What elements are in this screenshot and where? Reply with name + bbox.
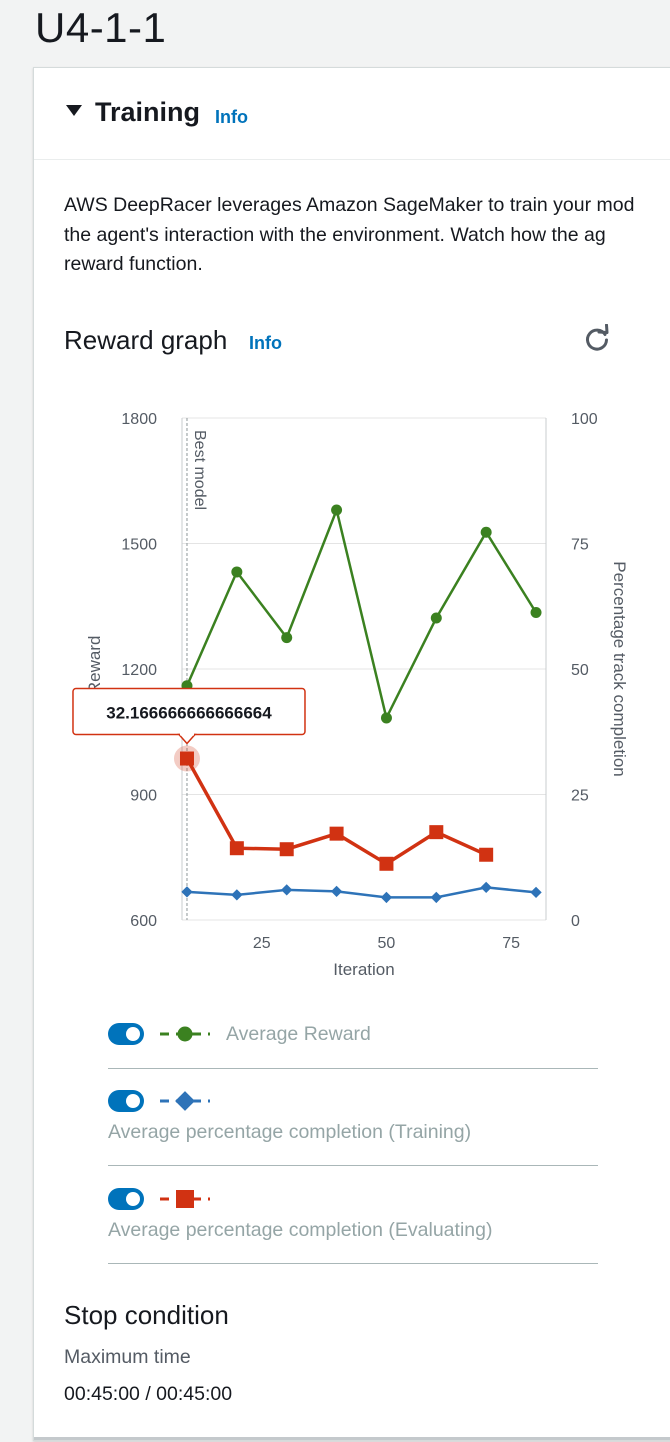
description-line: AWS DeepRacer leverages Amazon SageMaker… <box>64 194 635 216</box>
y2-tick-label: 0 <box>571 913 580 930</box>
data-point <box>231 889 243 901</box>
legend-item-training-completion: Average percentage completion (Training) <box>108 1090 598 1150</box>
toggle-average-reward[interactable] <box>108 1023 144 1045</box>
data-point <box>480 526 492 538</box>
refresh-icon[interactable] <box>582 324 612 354</box>
legend-divider <box>108 1068 598 1069</box>
data-point <box>281 632 293 644</box>
description-line: the agent's interaction with the environ… <box>64 223 606 246</box>
caret-down-icon[interactable] <box>66 105 82 116</box>
toggle-training-completion[interactable] <box>108 1090 144 1112</box>
data-point <box>380 712 392 724</box>
data-point <box>479 847 494 862</box>
page-title: U4-1-1 <box>35 4 167 51</box>
x-tick-label: 50 <box>378 935 396 952</box>
data-point <box>430 891 442 904</box>
data-point <box>179 751 194 766</box>
stop-condition-title: Stop condition <box>64 1300 229 1330</box>
legend-divider <box>108 1263 598 1264</box>
legend-item-average-reward: Average Reward <box>108 1023 598 1063</box>
y-axis-title: Reward <box>85 636 104 695</box>
best-model-label: Best model <box>191 430 208 510</box>
training-heading[interactable]: Training <box>95 97 200 128</box>
legend-label: Average percentage completion (Training) <box>108 1121 472 1143</box>
data-point <box>330 885 343 898</box>
tooltip-value: 32.166666666666664 <box>106 704 272 723</box>
data-point <box>329 826 344 841</box>
data-point <box>181 886 193 898</box>
y2-tick-label: 25 <box>571 788 589 805</box>
data-point <box>429 825 444 840</box>
panel-bottom-border <box>34 1437 670 1440</box>
legend-label: Average percentage completion (Evaluatin… <box>108 1219 493 1241</box>
y2-tick-label: 50 <box>571 662 589 679</box>
data-point <box>281 884 293 896</box>
toggle-evaluating-completion[interactable] <box>108 1188 144 1210</box>
description-line: reward function. <box>64 253 203 275</box>
circle-marker-icon <box>160 1026 210 1042</box>
y2-tick-label: 75 <box>571 537 589 554</box>
data-point <box>229 841 244 856</box>
data-point <box>480 881 492 894</box>
training-panel-header[interactable]: Training Info <box>34 68 670 160</box>
training-description: AWS DeepRacer leverages Amazon SageMaker… <box>64 191 670 280</box>
square-marker-icon <box>160 1190 210 1208</box>
training-info-link[interactable]: Info <box>215 107 248 128</box>
legend-label: Average Reward <box>226 1023 371 1045</box>
reward-graph-chart: 600 900 1200 1500 1800 0 25 50 75 100 25 50 75 Iterat… <box>72 411 629 979</box>
data-point <box>231 566 243 578</box>
tooltip-pointer-mask <box>179 732 194 736</box>
y-tick-label: 1200 <box>121 662 157 679</box>
x-axis-title: Iteration <box>333 960 394 979</box>
diamond-marker-icon <box>160 1091 210 1111</box>
series-line <box>185 505 538 722</box>
x-tick-label: 75 <box>502 935 520 952</box>
legend-item-evaluating-completion: Average percentage completion (Evaluatin… <box>108 1188 598 1248</box>
legend-divider <box>108 1165 598 1166</box>
y-tick-label: 600 <box>130 913 157 930</box>
x-tick-label: 25 <box>253 935 271 952</box>
data-point <box>380 891 393 904</box>
data-point <box>279 842 294 857</box>
y2-axis-title: Percentage track completion <box>610 561 629 776</box>
data-point <box>530 886 542 899</box>
reward-graph-info-link[interactable]: Info <box>249 333 282 354</box>
data-point <box>430 612 442 624</box>
reward-graph-title: Reward graph <box>64 325 228 355</box>
data-point <box>530 607 542 619</box>
y-tick-label: 1500 <box>121 537 157 554</box>
training-panel: Training Info AWS DeepRacer leverages Am… <box>33 67 670 1441</box>
stop-condition-value: 00:45:00 / 00:45:00 <box>64 1383 233 1405</box>
y-tick-label: 900 <box>130 788 157 805</box>
data-point <box>379 856 394 871</box>
stop-condition-label: Maximum time <box>64 1346 191 1368</box>
y2-tick-label: 100 <box>571 411 598 428</box>
tooltip-pointer <box>177 733 197 745</box>
y-tick-label: 1800 <box>121 411 157 428</box>
data-point <box>331 504 343 516</box>
